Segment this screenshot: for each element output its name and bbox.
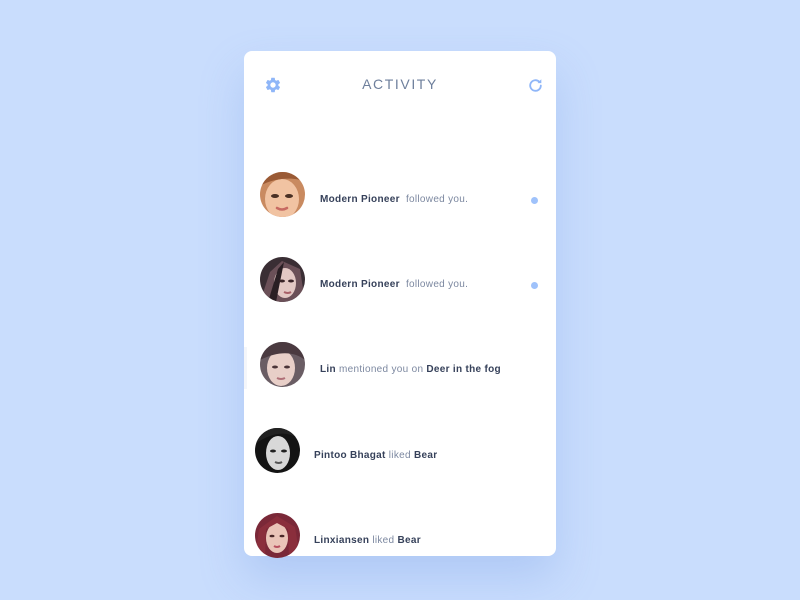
item-edge-marker xyxy=(244,347,247,389)
activity-header: ACTIVITY xyxy=(244,51,556,119)
activity-target[interactable]: Bear xyxy=(398,535,421,546)
user-name[interactable]: Modern Pioneer xyxy=(320,279,400,290)
activity-text: Lin mentioned you on Deer in the fog xyxy=(320,364,501,375)
user-photo-icon xyxy=(260,257,305,302)
activity-text: Pintoo Bhagat liked Bear xyxy=(314,450,437,461)
activity-action: liked xyxy=(372,535,395,546)
activity-item[interactable]: Modern Pioneer followed you. xyxy=(244,165,556,225)
page-title: ACTIVITY xyxy=(362,76,438,92)
refresh-button[interactable] xyxy=(525,75,545,95)
activity-card: ACTIVITY Modern Pioneer followed you. Mo… xyxy=(244,51,556,558)
user-photo-icon xyxy=(255,513,300,558)
activity-action: followed you. xyxy=(405,194,469,205)
activity-item[interactable]: Lin mentioned you on Deer in the fog xyxy=(244,335,556,395)
avatar[interactable] xyxy=(255,513,300,558)
activity-action: followed you. xyxy=(405,279,469,290)
avatar[interactable] xyxy=(260,172,305,217)
activity-action: mentioned you on xyxy=(339,364,424,375)
activity-action: liked xyxy=(388,450,411,461)
activity-target[interactable]: Deer in the fog xyxy=(426,364,501,375)
activity-text: Modern Pioneer followed you. xyxy=(320,194,468,205)
avatar[interactable] xyxy=(260,257,305,302)
activity-item[interactable]: Modern Pioneer followed you. xyxy=(244,250,556,310)
activity-text: Modern Pioneer followed you. xyxy=(320,279,468,290)
user-photo-icon xyxy=(260,172,305,217)
user-name[interactable]: Modern Pioneer xyxy=(320,194,400,205)
unread-indicator xyxy=(531,197,538,204)
activity-target[interactable]: Bear xyxy=(414,450,437,461)
activity-text: Linxiansen liked Bear xyxy=(314,535,421,546)
avatar[interactable] xyxy=(260,342,305,387)
unread-indicator xyxy=(531,282,538,289)
user-photo-icon xyxy=(260,342,305,387)
user-photo-icon xyxy=(255,428,300,473)
avatar[interactable] xyxy=(255,428,300,473)
user-name[interactable]: Lin xyxy=(320,364,336,375)
activity-item[interactable]: Pintoo Bhagat liked Bear xyxy=(244,421,556,481)
refresh-icon xyxy=(528,78,542,92)
user-name[interactable]: Pintoo Bhagat xyxy=(314,450,386,461)
activity-item[interactable]: Linxiansen liked Bear xyxy=(244,506,556,566)
user-name[interactable]: Linxiansen xyxy=(314,535,369,546)
